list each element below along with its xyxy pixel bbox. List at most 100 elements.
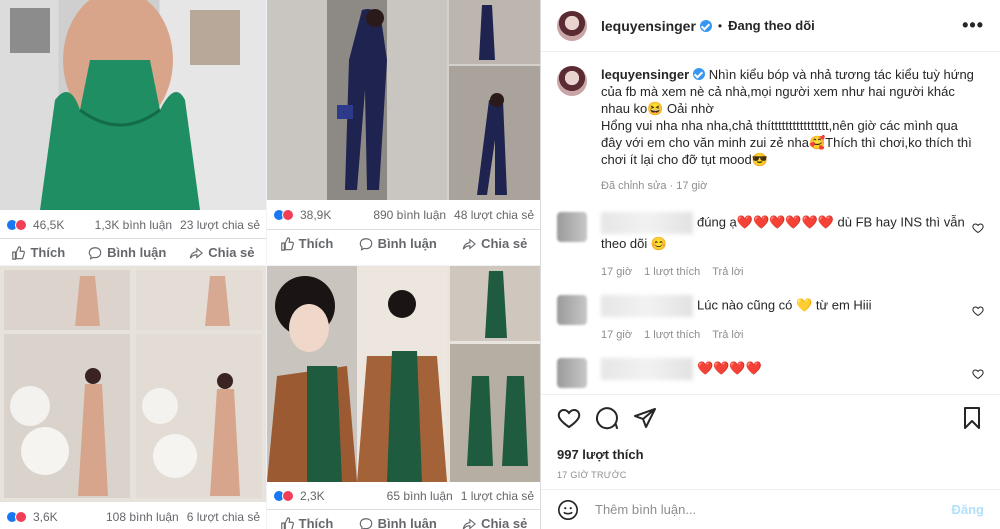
like-button[interactable]: Thích (280, 516, 333, 529)
navy-outfit-illustration (267, 0, 540, 200)
caption-meta: Đã chỉnh sửa · 17 giờ (601, 180, 708, 192)
share-button[interactable]: Chia sẻ (462, 516, 527, 529)
post-stats: 38,9K 890 bình luận 48 lượt chia sẻ (267, 202, 540, 228)
thumbs-up-icon (280, 236, 294, 251)
avatar[interactable] (557, 10, 587, 41)
post-caption: lequyensinger Nhìn kiểu bóp và nhả tương… (557, 66, 984, 195)
caption-username[interactable]: lequyensinger (601, 67, 689, 82)
fb-post-1: 46,5K 1,3K bình luận 23 lượt chia sẻ Thí… (0, 0, 266, 265)
lace-dress-illustration (4, 270, 262, 498)
share-button[interactable]: Chia sẻ (189, 245, 255, 260)
post-comment-button[interactable]: Đăng (952, 502, 985, 517)
heart-icon[interactable] (972, 222, 984, 234)
avatar[interactable] (557, 358, 587, 388)
verified-badge-icon (693, 68, 706, 80)
comment-count[interactable]: 1,3K bình luận (95, 218, 172, 232)
reaction-count[interactable]: 38,9K (300, 208, 331, 222)
share-icon (190, 246, 204, 259)
comment-button[interactable]: Bình luận (359, 516, 437, 529)
comment-icon (88, 246, 102, 260)
following-button[interactable]: Đang theo dõi (728, 18, 815, 33)
love-reaction-icon (15, 219, 27, 231)
comment-bubble-icon[interactable] (595, 406, 619, 430)
comment-count[interactable]: 108 bình luận (106, 510, 179, 524)
comment-button[interactable]: Bình luận (359, 236, 437, 251)
comment-button[interactable]: Bình luận (88, 245, 166, 260)
comments-section[interactable]: lequyensinger Nhìn kiểu bóp và nhả tương… (541, 52, 1000, 394)
post-stats: 3,6K 108 bình luận 6 lượt chia sẻ (0, 504, 266, 529)
share-count[interactable]: 6 lượt chia sẻ (187, 510, 260, 524)
heart-icon[interactable] (972, 305, 984, 317)
reaction-count[interactable]: 3,6K (33, 510, 58, 524)
share-count[interactable]: 48 lượt chia sẻ (454, 208, 534, 222)
love-reaction-icon (282, 490, 294, 502)
share-paper-plane-icon[interactable] (633, 406, 657, 430)
comment-item: ❤️❤️❤️❤️ (557, 358, 984, 388)
more-horizontal-icon[interactable]: ••• (962, 15, 984, 36)
like-heart-icon[interactable] (557, 406, 581, 430)
emoji-smiley-icon[interactable] (557, 499, 579, 521)
add-comment-bar: Thêm bình luận... Đăng (541, 489, 1000, 529)
caption-text-2: Hổng vui nha nha nha,chả thítttttttttttt… (601, 118, 972, 167)
post-actions: Thích Bình luận Chia sẻ (267, 509, 540, 529)
love-reaction-icon (15, 511, 27, 523)
thumbs-up-icon (12, 245, 26, 260)
green-knit-illustration (267, 266, 540, 482)
comment-item: đúng ạ❤️❤️❤️❤️❤️❤️ dù FB hay INS thì vẫn… (557, 212, 984, 278)
thumbs-up-icon (280, 516, 294, 529)
comment-like-count[interactable]: 1 lượt thích (644, 329, 700, 341)
fb-post-2: 38,9K 890 bình luận 48 lượt chia sẻ Thíc… (267, 0, 540, 265)
comment-count[interactable]: 65 bình luận (387, 489, 453, 503)
post-stats: 46,5K 1,3K bình luận 23 lượt chia sẻ (0, 212, 266, 238)
bookmark-icon[interactable] (960, 406, 984, 430)
facebook-posts-collage: 46,5K 1,3K bình luận 23 lượt chia sẻ Thí… (0, 0, 540, 529)
post-actions: Thích Bình luận Chia sẻ (0, 238, 266, 265)
share-count[interactable]: 23 lượt chia sẻ (180, 218, 260, 232)
comment-icon (359, 237, 372, 251)
like-button[interactable]: Thích (280, 236, 333, 251)
heart-icon[interactable] (972, 368, 984, 380)
fb-post-4: 2,3K 65 bình luận 1 lượt chia sẻ Thích B… (267, 266, 540, 529)
action-bar (541, 395, 1000, 441)
reaction-icons (273, 209, 294, 221)
like-button[interactable]: Thích (11, 245, 65, 260)
green-dress-photo (0, 0, 266, 210)
username-link[interactable]: lequyensinger (601, 18, 712, 34)
navy-outfit-photos (267, 0, 540, 200)
post-footer: 997 lượt thích 17 GIỜ TRƯỚC Thêm bình lu… (541, 394, 1000, 529)
avatar[interactable] (557, 66, 587, 96)
comment-icon (359, 517, 372, 529)
reaction-count[interactable]: 2,3K (300, 489, 325, 503)
reaction-icons (6, 219, 27, 231)
reply-button[interactable]: Trả lời (712, 329, 743, 341)
comment-input[interactable]: Thêm bình luận... (595, 502, 696, 517)
green-dress-illustration (10, 0, 240, 210)
comment-count[interactable]: 890 bình luận (373, 208, 446, 222)
share-count[interactable]: 1 lượt chia sẻ (461, 489, 534, 503)
comment-item: Lúc nào cũng có 💛 từ em Hiii 17 giờ 1 lượ… (557, 295, 984, 341)
comment-like-count[interactable]: 1 lượt thích (644, 266, 700, 278)
share-icon (462, 517, 477, 529)
avatar[interactable] (557, 212, 587, 242)
commenter-name[interactable] (601, 358, 693, 380)
share-button[interactable]: Chia sẻ (462, 236, 527, 251)
like-count[interactable]: 997 lượt thích (541, 447, 1000, 462)
love-reaction-icon (282, 209, 294, 221)
fb-post-3: 3,6K 108 bình luận 6 lượt chia sẻ (0, 266, 266, 529)
reply-button[interactable]: Trả lời (712, 266, 743, 278)
verified-badge-icon (699, 19, 712, 32)
post-actions: Thích Bình luận Chia sẻ (267, 229, 540, 257)
post-timestamp: 17 GIỜ TRƯỚC (557, 470, 627, 480)
share-icon (462, 237, 477, 250)
post-stats: 2,3K 65 bình luận 1 lượt chia sẻ (267, 483, 540, 509)
reaction-icons (273, 490, 294, 502)
separator: • (717, 18, 723, 33)
commenter-name[interactable] (601, 295, 693, 317)
commenter-name[interactable] (601, 212, 693, 234)
instagram-post-panel: lequyensinger • Đang theo dõi ••• lequye… (540, 0, 1000, 529)
reaction-icons (6, 511, 27, 523)
lace-dress-photos (0, 266, 266, 502)
avatar[interactable] (557, 295, 587, 325)
post-header: lequyensinger • Đang theo dõi ••• (541, 0, 1000, 52)
reaction-count[interactable]: 46,5K (33, 218, 64, 232)
